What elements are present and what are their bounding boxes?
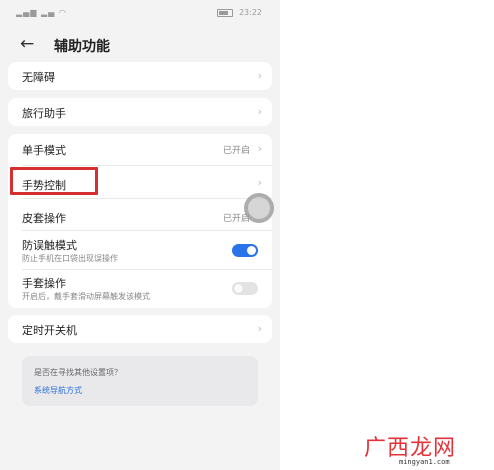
watermark-url: mingyan1.com xyxy=(399,458,450,466)
page-title: 辅助功能 xyxy=(54,39,110,55)
row-travel-assistant[interactable]: 旅行助手 › xyxy=(8,98,272,126)
status-time: 23:22 xyxy=(238,8,262,17)
battery-icon xyxy=(217,8,234,17)
highlight-box xyxy=(10,167,98,195)
status-bar: ▂▄▆ ▂▄ ◠ 23:22 xyxy=(0,0,280,26)
chevron-right-icon: › xyxy=(257,69,262,82)
row-scheduled-power[interactable]: 定时开关机 › xyxy=(8,315,272,343)
toggle-knob xyxy=(247,246,256,255)
suggestion-question: 是否在寻找其他设置项？ xyxy=(34,368,122,377)
back-arrow-icon[interactable]: ← xyxy=(20,34,34,54)
group-scheduled-power: 定时开关机 › xyxy=(8,315,272,343)
suggestion-card: 是否在寻找其他设置项？ 系统导航方式 xyxy=(22,356,258,406)
navigation-mode-link[interactable]: 系统导航方式 xyxy=(34,385,82,396)
row-label: 定时开关机 xyxy=(22,324,77,337)
group-travel: 旅行助手 › xyxy=(8,98,272,126)
glove-mode-toggle[interactable] xyxy=(232,282,258,295)
row-label: 单手模式 xyxy=(22,144,66,157)
row-anti-mistouch: 防误触模式 防止手机在口袋出现误操作 xyxy=(8,232,272,268)
status-right: 23:22 xyxy=(217,8,262,17)
divider xyxy=(22,230,272,231)
divider xyxy=(22,198,272,199)
header: ← 辅助功能 xyxy=(0,26,280,62)
row-label: 旅行助手 xyxy=(22,107,66,120)
anti-mistouch-toggle[interactable] xyxy=(232,244,258,257)
row-label: 皮套操作 xyxy=(22,212,66,225)
toggle-knob xyxy=(234,284,243,293)
floating-touch-button[interactable] xyxy=(244,193,274,223)
chevron-right-icon: › xyxy=(257,322,262,335)
row-barrier-free[interactable]: 无障碍 › xyxy=(8,62,272,90)
chevron-right-icon: › xyxy=(257,142,262,155)
row-label: 防误触模式 xyxy=(22,239,77,252)
row-one-hand-mode[interactable]: 单手模式 已开启 › xyxy=(8,134,272,164)
group-barrier-free: 无障碍 › xyxy=(8,62,272,90)
row-glove-mode: 手套操作 开启后，戴手套滑动屏幕触发该模式 xyxy=(8,270,272,306)
chevron-right-icon: › xyxy=(257,105,262,118)
settings-screen: ▂▄▆ ▂▄ ◠ 23:22 ← 辅助功能 无障碍 › 旅行助手 › 单手模式 … xyxy=(0,0,280,470)
row-label: 手套操作 xyxy=(22,277,66,290)
row-description: 防止手机在口袋出现误操作 xyxy=(22,254,118,263)
row-description: 开启后，戴手套滑动屏幕触发该模式 xyxy=(22,292,150,301)
signal-icons: ▂▄▆ ▂▄ ◠ xyxy=(16,8,67,17)
chevron-right-icon: › xyxy=(257,176,262,189)
group-gestures: 单手模式 已开启 › 手势控制 › 皮套操作 已开启 防误触模式 防止手机在口袋… xyxy=(8,134,272,308)
row-label: 无障碍 xyxy=(22,71,55,84)
row-cover-operation[interactable]: 皮套操作 已开启 xyxy=(8,200,272,230)
row-status-value: 已开启 xyxy=(222,146,250,156)
